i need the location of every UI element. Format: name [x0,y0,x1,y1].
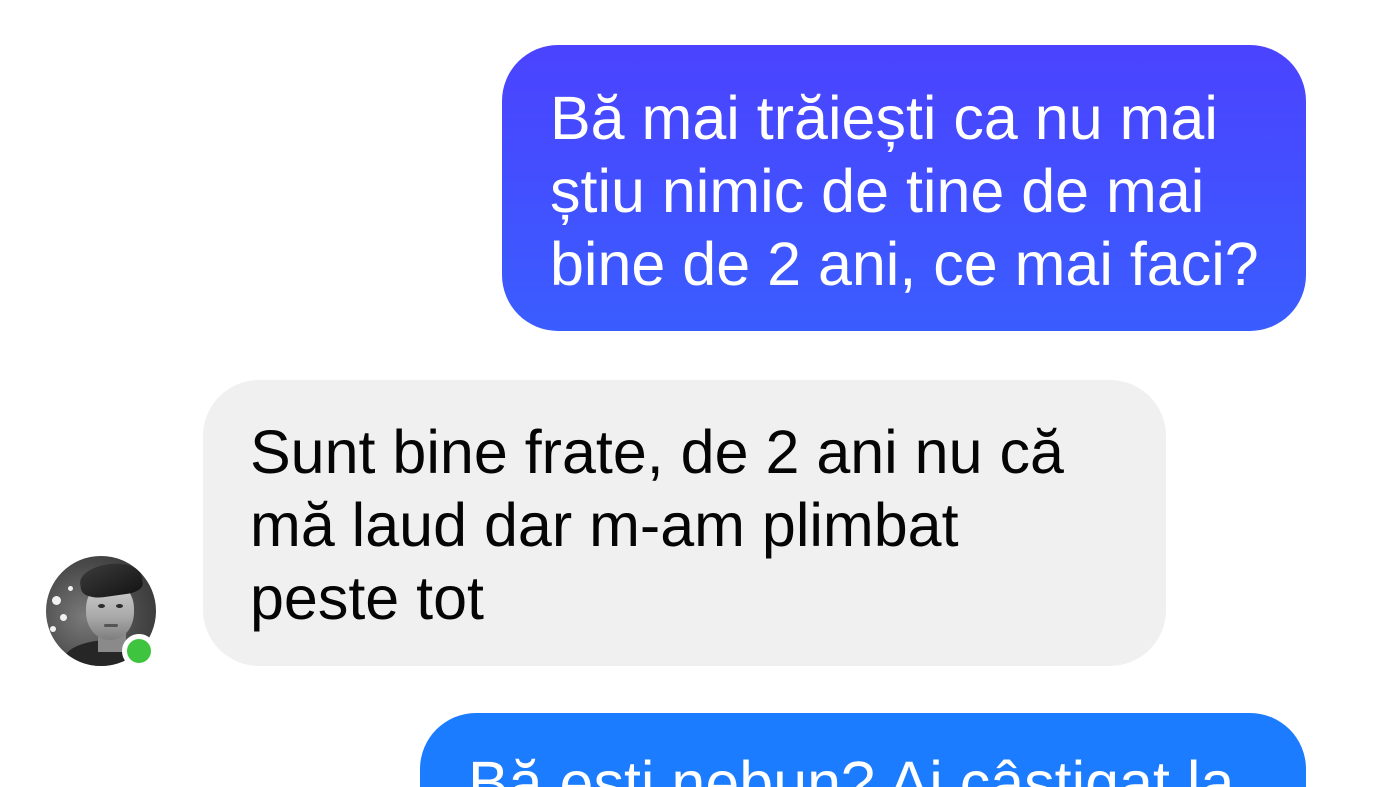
avatar-photo-detail [68,586,73,591]
message-text-line: știu nimic de tine de mai [550,157,1205,225]
incoming-message-bubble[interactable]: Sunt bine frate, de 2 ani nu că mă laud … [203,380,1166,666]
message-text-line: Sunt bine frate, de 2 ani nu că [250,418,1064,486]
avatar-photo-detail [104,624,118,627]
message-text-line: Bă ești nebun? Ai câștigat la [468,749,1235,787]
message-text-line: Bă mai trăiești ca nu mai [550,84,1218,152]
message-text-line: mă laud dar m-am plimbat [250,491,959,559]
avatar-photo-detail [60,614,67,621]
avatar-photo-detail [98,604,105,608]
chat-thread: Bă mai trăiești ca nu mai știu nimic de … [0,0,1400,787]
avatar-photo-detail [50,626,56,632]
outgoing-message-bubble[interactable]: Bă mai trăiești ca nu mai știu nimic de … [502,45,1306,331]
avatar-photo-detail [116,604,123,608]
message-text-line: bine de 2 ani, ce mai faci? [550,230,1259,298]
online-status-dot-icon [122,634,156,668]
avatar-photo-detail [78,559,144,601]
outgoing-message-bubble[interactable]: Bă ești nebun? Ai câștigat la [420,713,1306,787]
message-text-line: peste tot [250,564,484,632]
avatar-photo-detail [52,596,61,605]
